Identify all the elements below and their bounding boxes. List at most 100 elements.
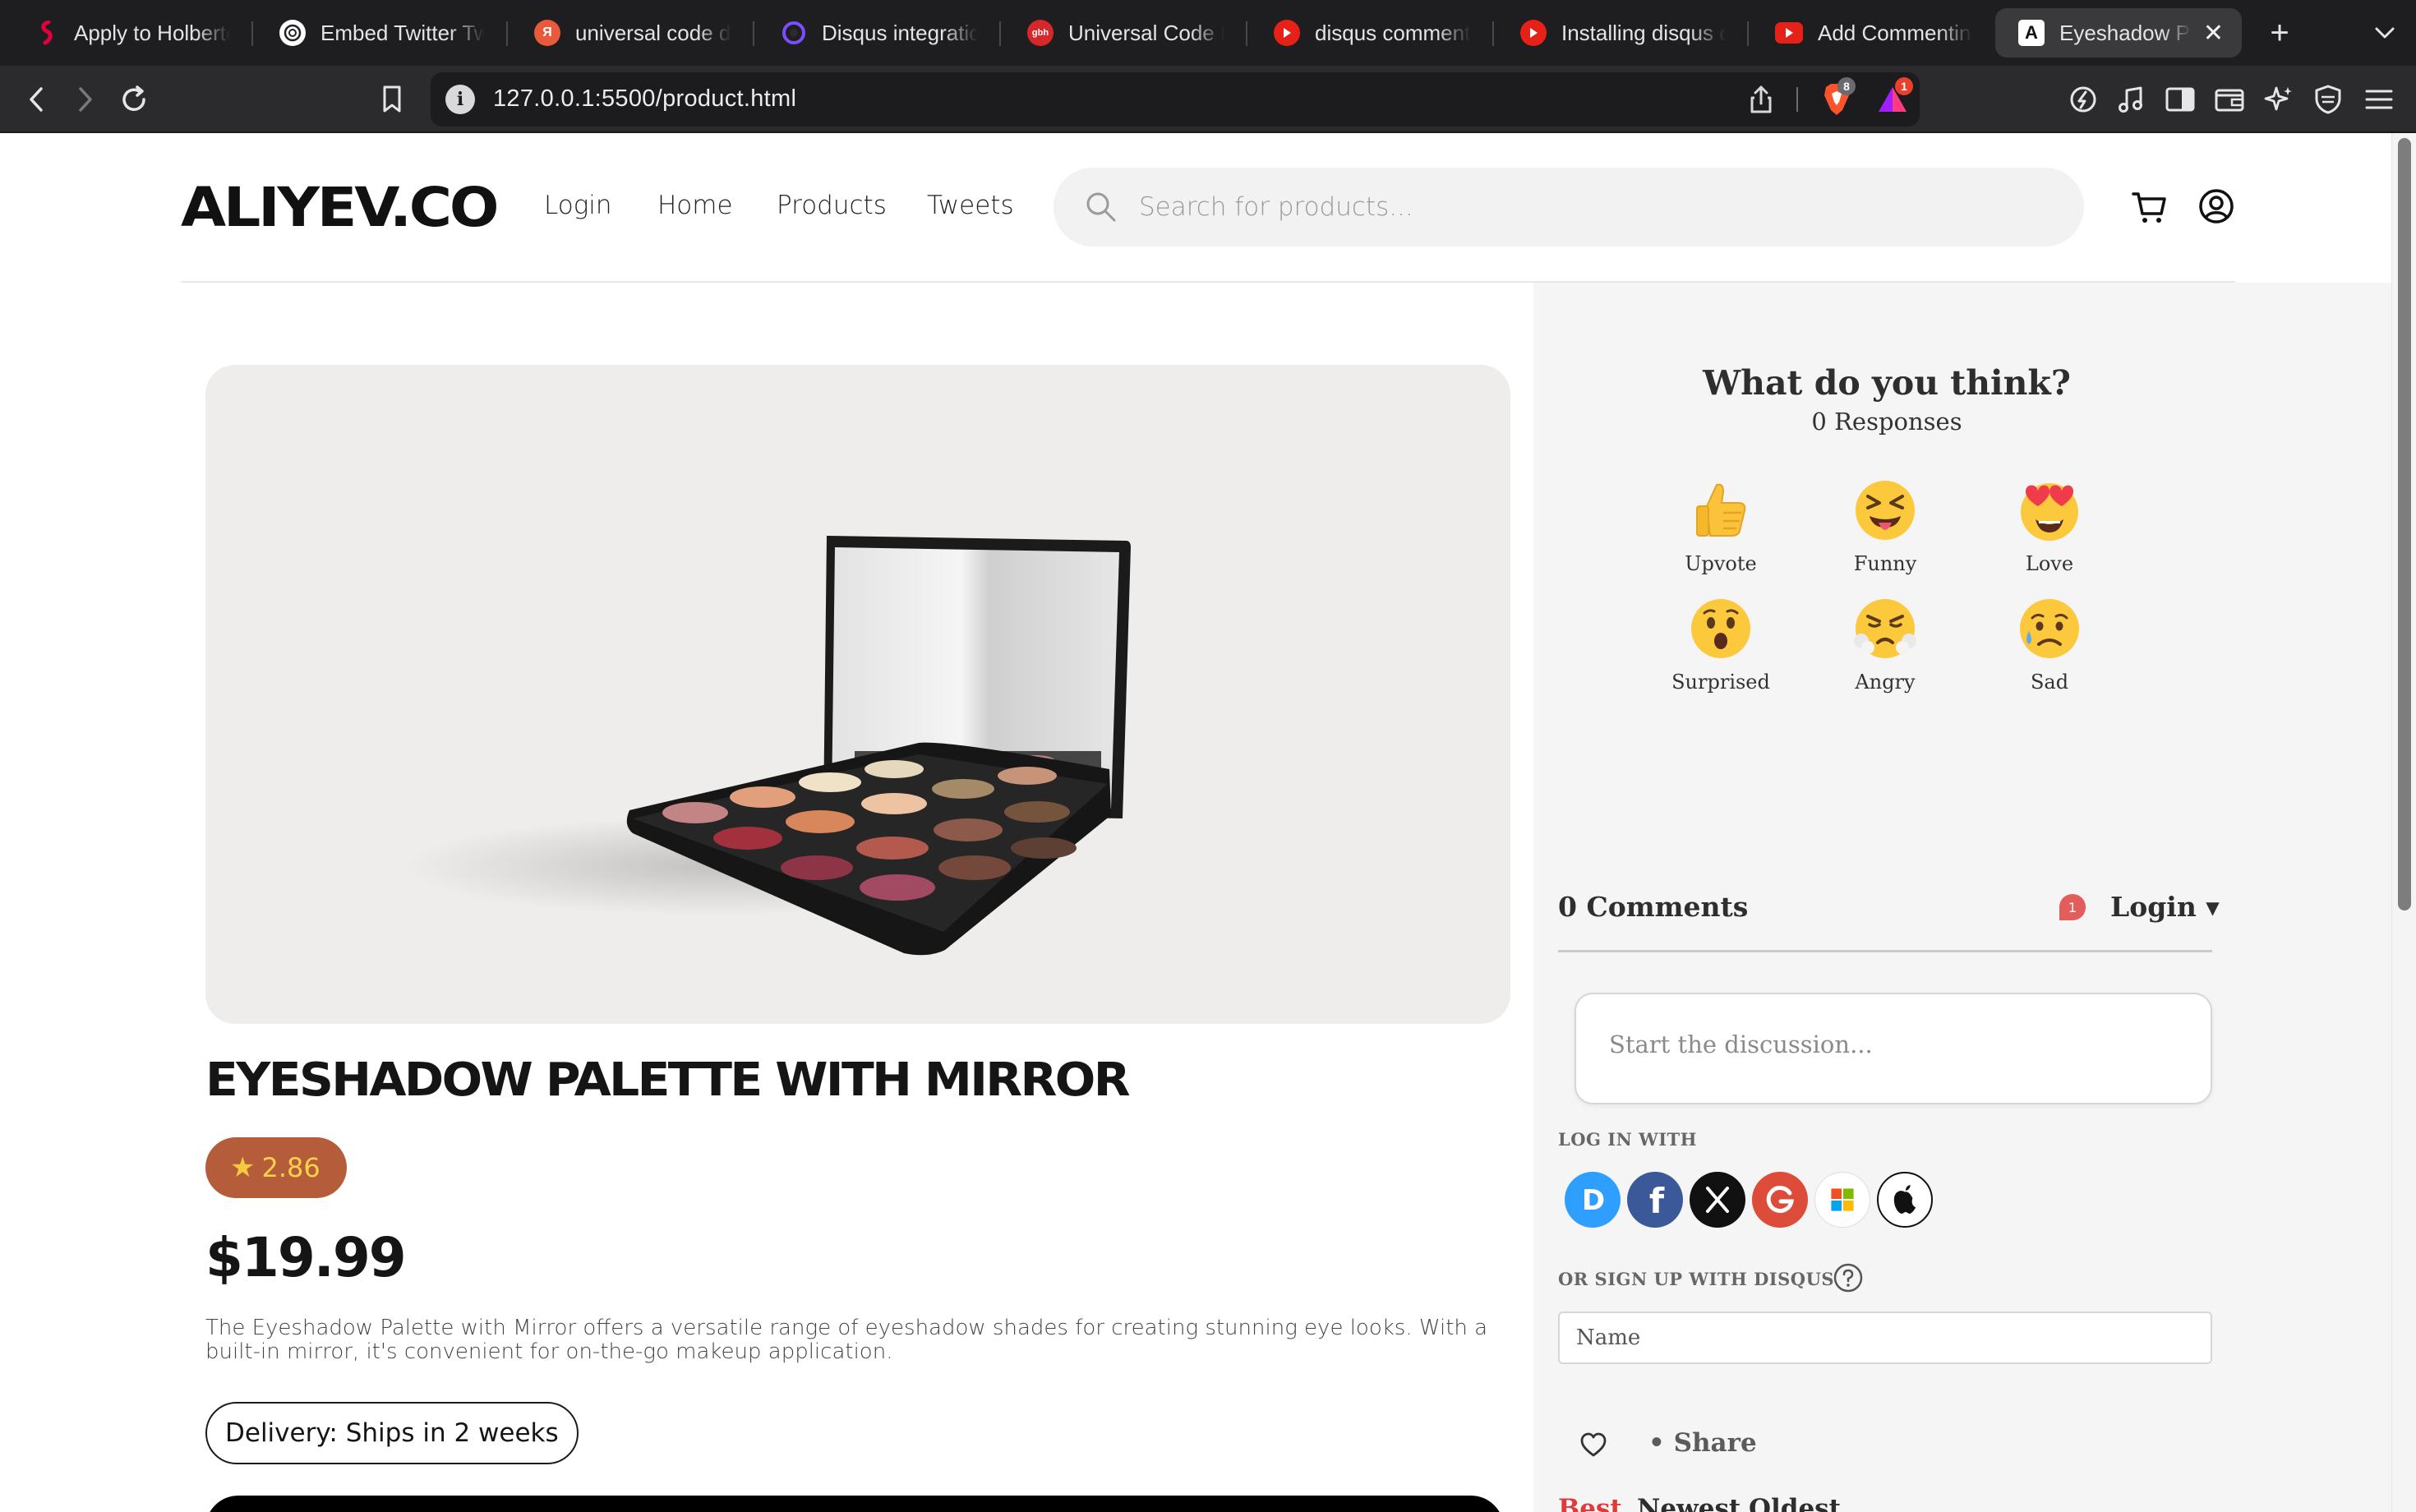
help-question-icon[interactable] [1833,1262,1864,1293]
svg-text:f: f [1649,1181,1665,1221]
bookmark-icon[interactable] [368,76,416,123]
tab-embed-twitter[interactable]: Embed Twitter Tweets [256,8,503,58]
site-header: ALIYEV.CO Login Home Products Tweets [0,133,2391,281]
reaction-upvote[interactable]: Upvote [1655,477,1787,575]
tab-disqus-integration[interactable]: Disqus integration [758,8,996,58]
back-button[interactable] [13,76,61,123]
search-input[interactable] [1139,184,2043,230]
facebook-login-button[interactable]: f [1627,1172,1683,1228]
rating-value: 2.86 [261,1152,320,1183]
comment-placeholder: Start the discussion... [1609,1030,1873,1058]
address-bar[interactable]: i 127.0.0.1:5500/product.html 8 1 [431,72,1920,127]
comments-count-heading: 0 Comments [1558,891,1749,923]
reaction-label: Funny [1853,552,1917,575]
product-price: $19.99 [205,1226,407,1289]
openai-icon [279,20,306,46]
tab-universal-code[interactable]: Я universal code disqus [511,8,749,58]
tab-eyeshadow-palette[interactable]: A Eyeshadow Palette ✕ [1995,8,2242,58]
disqus-login-button[interactable]: D [1565,1172,1621,1228]
rewards-count-badge: 1 [1895,77,1913,95]
svg-text:D: D [1582,1184,1605,1217]
nav-tweets[interactable]: Tweets [927,191,1014,220]
site-a-icon: A [2018,20,2045,46]
brave-shield-icon[interactable]: 8 [1818,77,1856,118]
reaction-label: Surprised [1671,671,1770,694]
product-description: The Eyeshadow Palette with Mirror offers… [205,1316,1488,1364]
tab-disqus-comment-youtube[interactable]: disqus comment using [1251,8,1489,58]
steam-face-icon [1851,595,1919,662]
nav-login[interactable]: Login [544,191,612,220]
x-login-button[interactable] [1690,1172,1745,1228]
reload-button[interactable] [110,76,158,123]
brave-rewards-icon[interactable]: 1 [1874,77,1913,118]
product-image [205,365,1510,1024]
reaction-label: Sad [2030,671,2069,694]
site-info-icon[interactable]: i [445,85,475,114]
new-tab-button[interactable]: + [2257,10,2303,56]
vpn-shield-icon[interactable] [2304,76,2352,123]
reaction-love[interactable]: Love [1984,477,2115,575]
close-tab-icon[interactable]: ✕ [2192,19,2224,48]
sort-oldest-tab[interactable]: Oldest [1749,1494,1841,1512]
reaction-sad[interactable]: Sad [1984,595,2115,694]
account-icon[interactable] [2197,187,2235,225]
product-title: Eyeshadow Palette with Mirror [205,1053,1131,1107]
share-icon[interactable] [1744,82,1778,117]
youtube-icon [1520,20,1547,46]
squinting-tongue-icon [1851,477,1919,544]
rating-badge: ★ 2.86 [205,1137,347,1198]
wallet-icon[interactable] [2206,76,2253,123]
reaction-label: Love [2025,552,2074,575]
web-page: ALIYEV.CO Login Home Products Tweets Sea… [0,133,2416,1512]
page-scrollbar[interactable] [2391,133,2416,1512]
notification-bell-icon[interactable]: 1 [2056,891,2089,924]
heart-eyes-icon [2016,477,2083,544]
comments-header-rule [1558,950,2212,952]
disqus-comments-panel: What do you think? 0 Responses Upvote Fu… [1533,283,2391,1512]
cart-icon[interactable] [2130,187,2169,227]
forward-button[interactable] [61,76,108,123]
media-music-icon[interactable] [2107,76,2155,123]
sort-best-tab[interactable]: Best [1558,1494,1622,1512]
share-button[interactable]: • Share [1648,1428,1757,1458]
reaction-angry[interactable]: Angry [1819,595,1951,694]
add-to-cart-button[interactable] [205,1496,1504,1512]
holberton-icon [33,20,59,46]
google-login-button[interactable] [1752,1172,1808,1228]
star-icon: ★ [230,1151,256,1184]
reaction-surprised[interactable]: Surprised [1655,595,1787,694]
microsoft-login-button[interactable] [1814,1172,1870,1228]
signup-name-input[interactable] [1558,1311,2212,1364]
thumbs-up-icon [1687,477,1754,544]
signup-with-disqus-label: or sign up with Disqus [1558,1269,1835,1289]
site-logo[interactable]: ALIYEV.CO [181,176,499,239]
tab-universal-code-example[interactable]: gbh Universal Code Example [1004,8,1243,58]
tab-list-chevron-icon[interactable] [2363,12,2406,54]
apple-login-button[interactable] [1877,1172,1933,1228]
disqus-login-dropdown[interactable]: Login ▾ [2110,891,2220,923]
sort-newest-tab[interactable]: Newest [1637,1494,1741,1512]
scrollbar-thumb[interactable] [2398,138,2411,910]
disqus-ring-icon [781,20,807,46]
yandex-icon: Я [534,20,560,46]
tab-installing-disqus[interactable]: Installing disqus on [1497,8,1744,58]
nav-home[interactable]: Home [657,191,733,220]
shield-count-badge: 8 [1837,77,1856,95]
responses-count: 0 Responses [1811,408,1962,436]
menu-hamburger-icon[interactable] [2355,76,2403,123]
browser-toolbar: i 127.0.0.1:5500/product.html 8 1 [0,66,2416,133]
reaction-label: Upvote [1685,552,1757,575]
tab-holberton[interactable]: Apply to Holberton [10,8,248,58]
heart-icon[interactable] [1579,1431,1607,1459]
comment-textarea[interactable]: Start the discussion... [1575,993,2212,1104]
tab-add-commenting[interactable]: Add Commenting [1752,8,1990,58]
reaction-funny[interactable]: Funny [1819,477,1951,575]
nav-products[interactable]: Products [777,191,887,220]
sidebar-toggle-icon[interactable] [2156,76,2204,123]
leo-ai-icon[interactable] [2059,76,2107,123]
sparkle-ai-icon[interactable] [2255,76,2303,123]
search-bar [1054,168,2084,247]
browser-tab-bar: Apply to Holberton Embed Twitter Tweets … [0,0,2416,66]
sad-tear-face-icon [2016,595,2083,662]
url-text[interactable]: 127.0.0.1:5500/product.html [493,85,796,113]
